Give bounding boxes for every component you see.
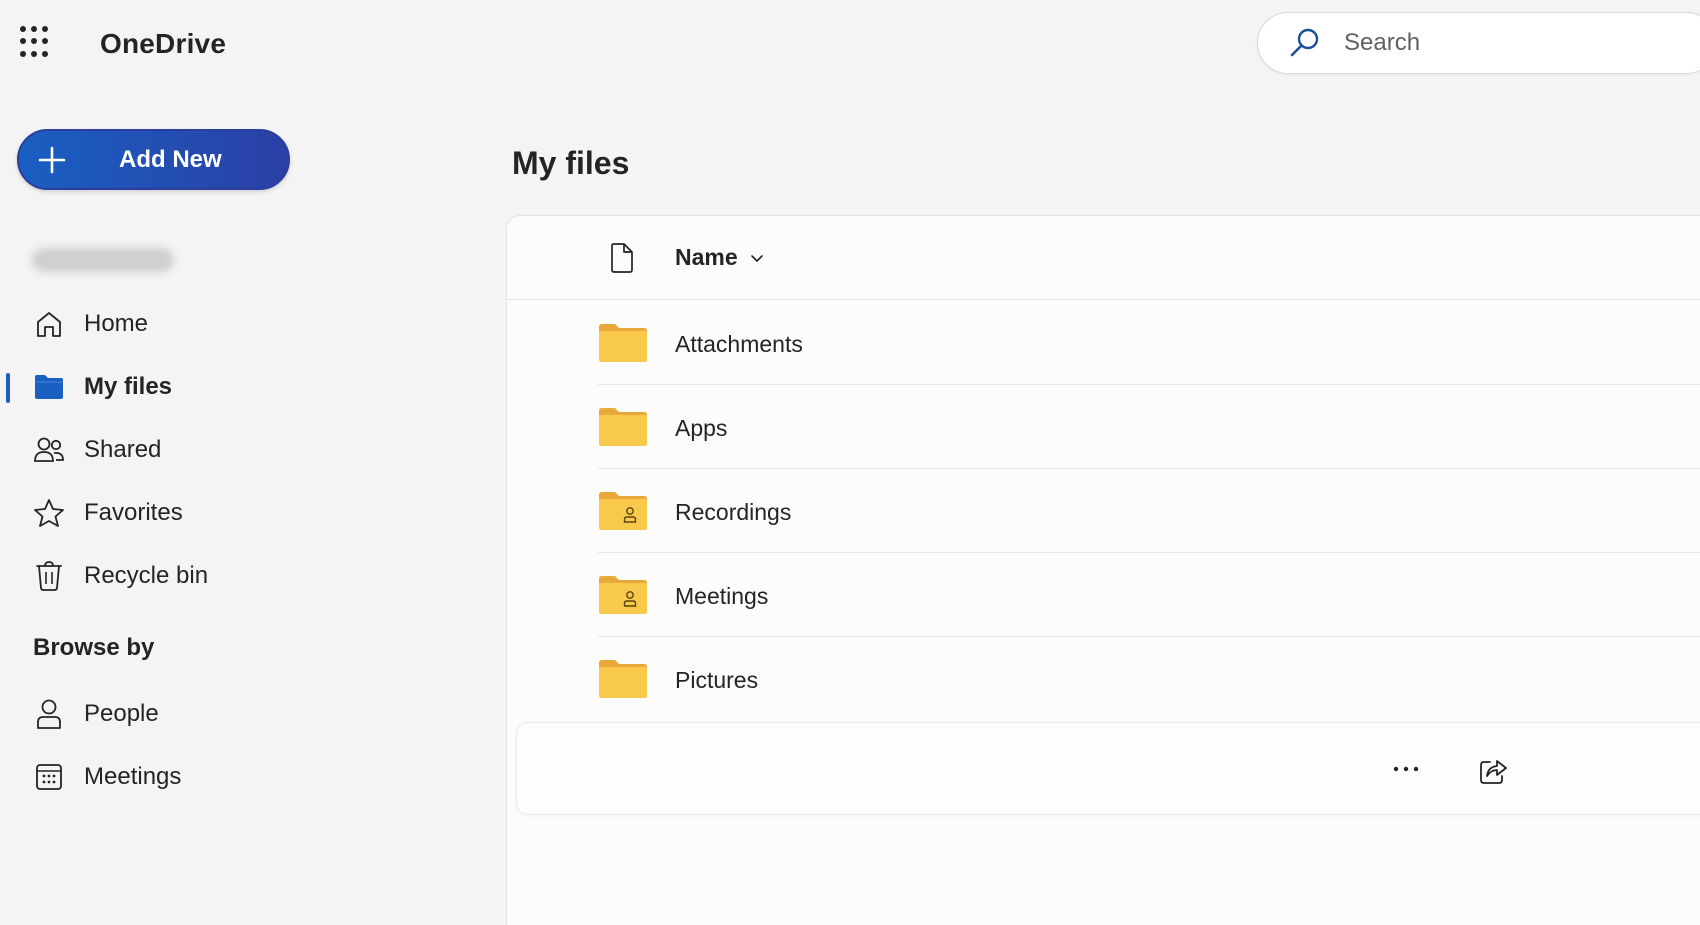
person-icon <box>33 698 65 730</box>
search-icon <box>1290 28 1319 57</box>
file-name: Meetings <box>675 583 769 609</box>
search-input[interactable] <box>1344 29 1644 57</box>
sidebar-item-recycle-bin[interactable]: Recycle bin <box>0 544 480 607</box>
file-list: Attachments Apps Recordings Meetings Pic… <box>507 301 1700 721</box>
app-launcher-icon[interactable] <box>20 26 52 58</box>
file-row-pictures[interactable]: Pictures <box>507 637 1700 721</box>
app-name: OneDrive <box>100 28 227 59</box>
browse-by-nav: People Meetings <box>0 682 480 808</box>
action-bar <box>516 722 1700 815</box>
add-new-label: Add New <box>119 145 222 173</box>
sidebar-item-label: Shared <box>84 435 162 463</box>
sidebar-item-home[interactable]: Home <box>0 292 480 355</box>
sidebar-item-shared[interactable]: Shared <box>0 418 480 481</box>
shared-folder-icon <box>599 576 647 614</box>
file-list-panel: Name Attachments Apps Recordings Meeting… <box>506 215 1700 925</box>
home-icon <box>33 308 65 340</box>
star-icon <box>33 497 65 529</box>
sidebar-item-meetings[interactable]: Meetings <box>0 745 480 808</box>
more-options-icon[interactable] <box>1391 757 1421 781</box>
chevron-down-icon <box>750 254 763 262</box>
sidebar-item-favorites[interactable]: Favorites <box>0 481 480 544</box>
sidebar-item-label: Home <box>84 309 149 337</box>
file-row-meetings[interactable]: Meetings <box>507 553 1700 637</box>
search-box[interactable] <box>1257 12 1700 74</box>
file-name: Recordings <box>675 499 792 525</box>
file-name: Pictures <box>675 667 759 693</box>
folder-icon <box>599 660 647 698</box>
browse-by-heading: Browse by <box>33 634 155 661</box>
sidebar-nav: Home My files Shared Favorites Recycle b… <box>0 292 480 607</box>
file-row-apps[interactable]: Apps <box>507 385 1700 469</box>
add-new-button[interactable]: Add New <box>17 129 290 190</box>
sidebar-item-label: Recycle bin <box>84 561 209 589</box>
sort-by-name-button[interactable]: Name <box>675 244 764 271</box>
sidebar-item-people[interactable]: People <box>0 682 480 745</box>
file-row-attachments[interactable]: Attachments <box>507 301 1700 385</box>
onedrive-app: OneDrive Add New Home My files <box>0 0 1700 925</box>
shared-folder-icon <box>599 492 647 530</box>
share-icon[interactable] <box>1478 756 1508 786</box>
page-title: My files <box>512 145 630 181</box>
folder-icon <box>599 324 647 362</box>
column-header-name: Name <box>675 244 738 270</box>
account-name-redacted <box>32 248 174 272</box>
sidebar-item-label: Favorites <box>84 498 183 526</box>
active-indicator <box>6 373 10 403</box>
people-icon <box>33 434 65 466</box>
plus-icon <box>38 146 66 173</box>
file-row-recordings[interactable]: Recordings <box>507 469 1700 553</box>
sidebar-item-label: My files <box>84 372 173 400</box>
file-name: Apps <box>675 415 728 441</box>
sidebar-item-label: People <box>84 699 159 727</box>
sidebar-item-my-files[interactable]: My files <box>0 355 480 418</box>
sidebar-item-label: Meetings <box>84 762 182 790</box>
file-type-icon <box>611 243 633 273</box>
file-list-header: Name <box>507 216 1700 300</box>
folder-icon <box>33 371 65 403</box>
folder-icon <box>599 408 647 446</box>
calendar-icon <box>33 761 65 793</box>
trash-icon <box>33 560 65 592</box>
file-name: Attachments <box>675 331 803 357</box>
